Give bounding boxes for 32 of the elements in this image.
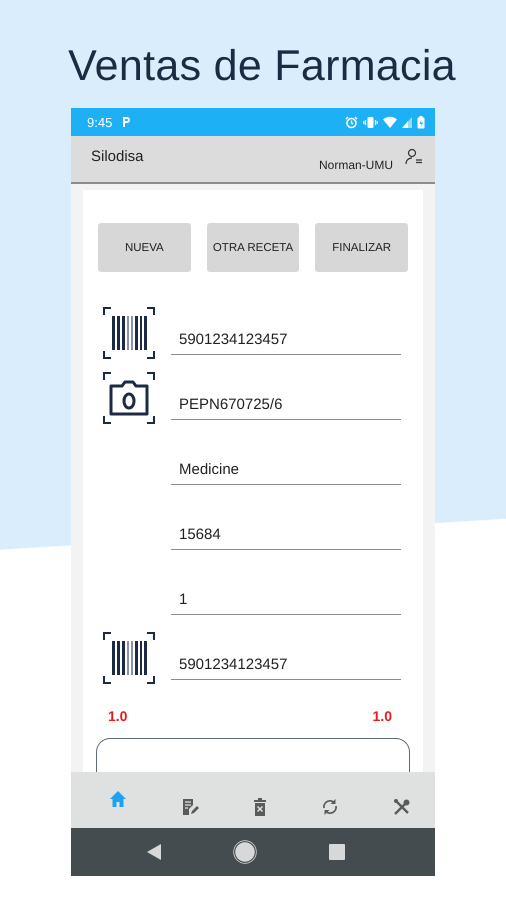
alarm-icon [345, 116, 358, 128]
parking-icon [121, 116, 132, 128]
barcode-scan-icon[interactable] [103, 307, 155, 359]
camera-scan-icon[interactable] [103, 372, 155, 424]
edit-document-icon [181, 798, 199, 816]
action-button[interactable]: OTRA RECETA [206, 223, 300, 272]
total-value: 1.0 [108, 708, 128, 724]
app-title: Silodisa [91, 148, 144, 165]
input-field[interactable]: 5901234123457 [171, 331, 401, 355]
delete-icon [253, 798, 267, 816]
home-button-icon[interactable] [233, 840, 257, 864]
home-icon [109, 790, 127, 808]
user-list-icon[interactable] [405, 148, 423, 166]
input-field[interactable]: 5901234123457 [171, 656, 401, 680]
user-name: Norman-UMU [318, 158, 393, 172]
input-field[interactable]: 15684 [171, 526, 401, 550]
tools-icon [393, 798, 411, 816]
vibrate-icon [363, 116, 378, 128]
status-time: 9:45 [87, 114, 112, 130]
action-button[interactable]: NUEVA [98, 223, 191, 272]
input-field[interactable]: PEPN670725/6 [171, 396, 401, 420]
total-value: 1.0 [372, 708, 392, 724]
wifi-icon [383, 116, 397, 128]
input-field[interactable]: 1 [171, 591, 401, 615]
headline: Ventas de Farmacia [68, 41, 456, 92]
back-icon[interactable] [147, 844, 161, 860]
action-button[interactable]: FINALIZAR [315, 223, 408, 272]
barcode-scan-icon[interactable] [103, 632, 155, 684]
sync-icon [321, 798, 339, 816]
battery-icon [417, 116, 425, 128]
input-field[interactable]: Medicine [171, 461, 401, 485]
signal-icon [402, 116, 412, 128]
